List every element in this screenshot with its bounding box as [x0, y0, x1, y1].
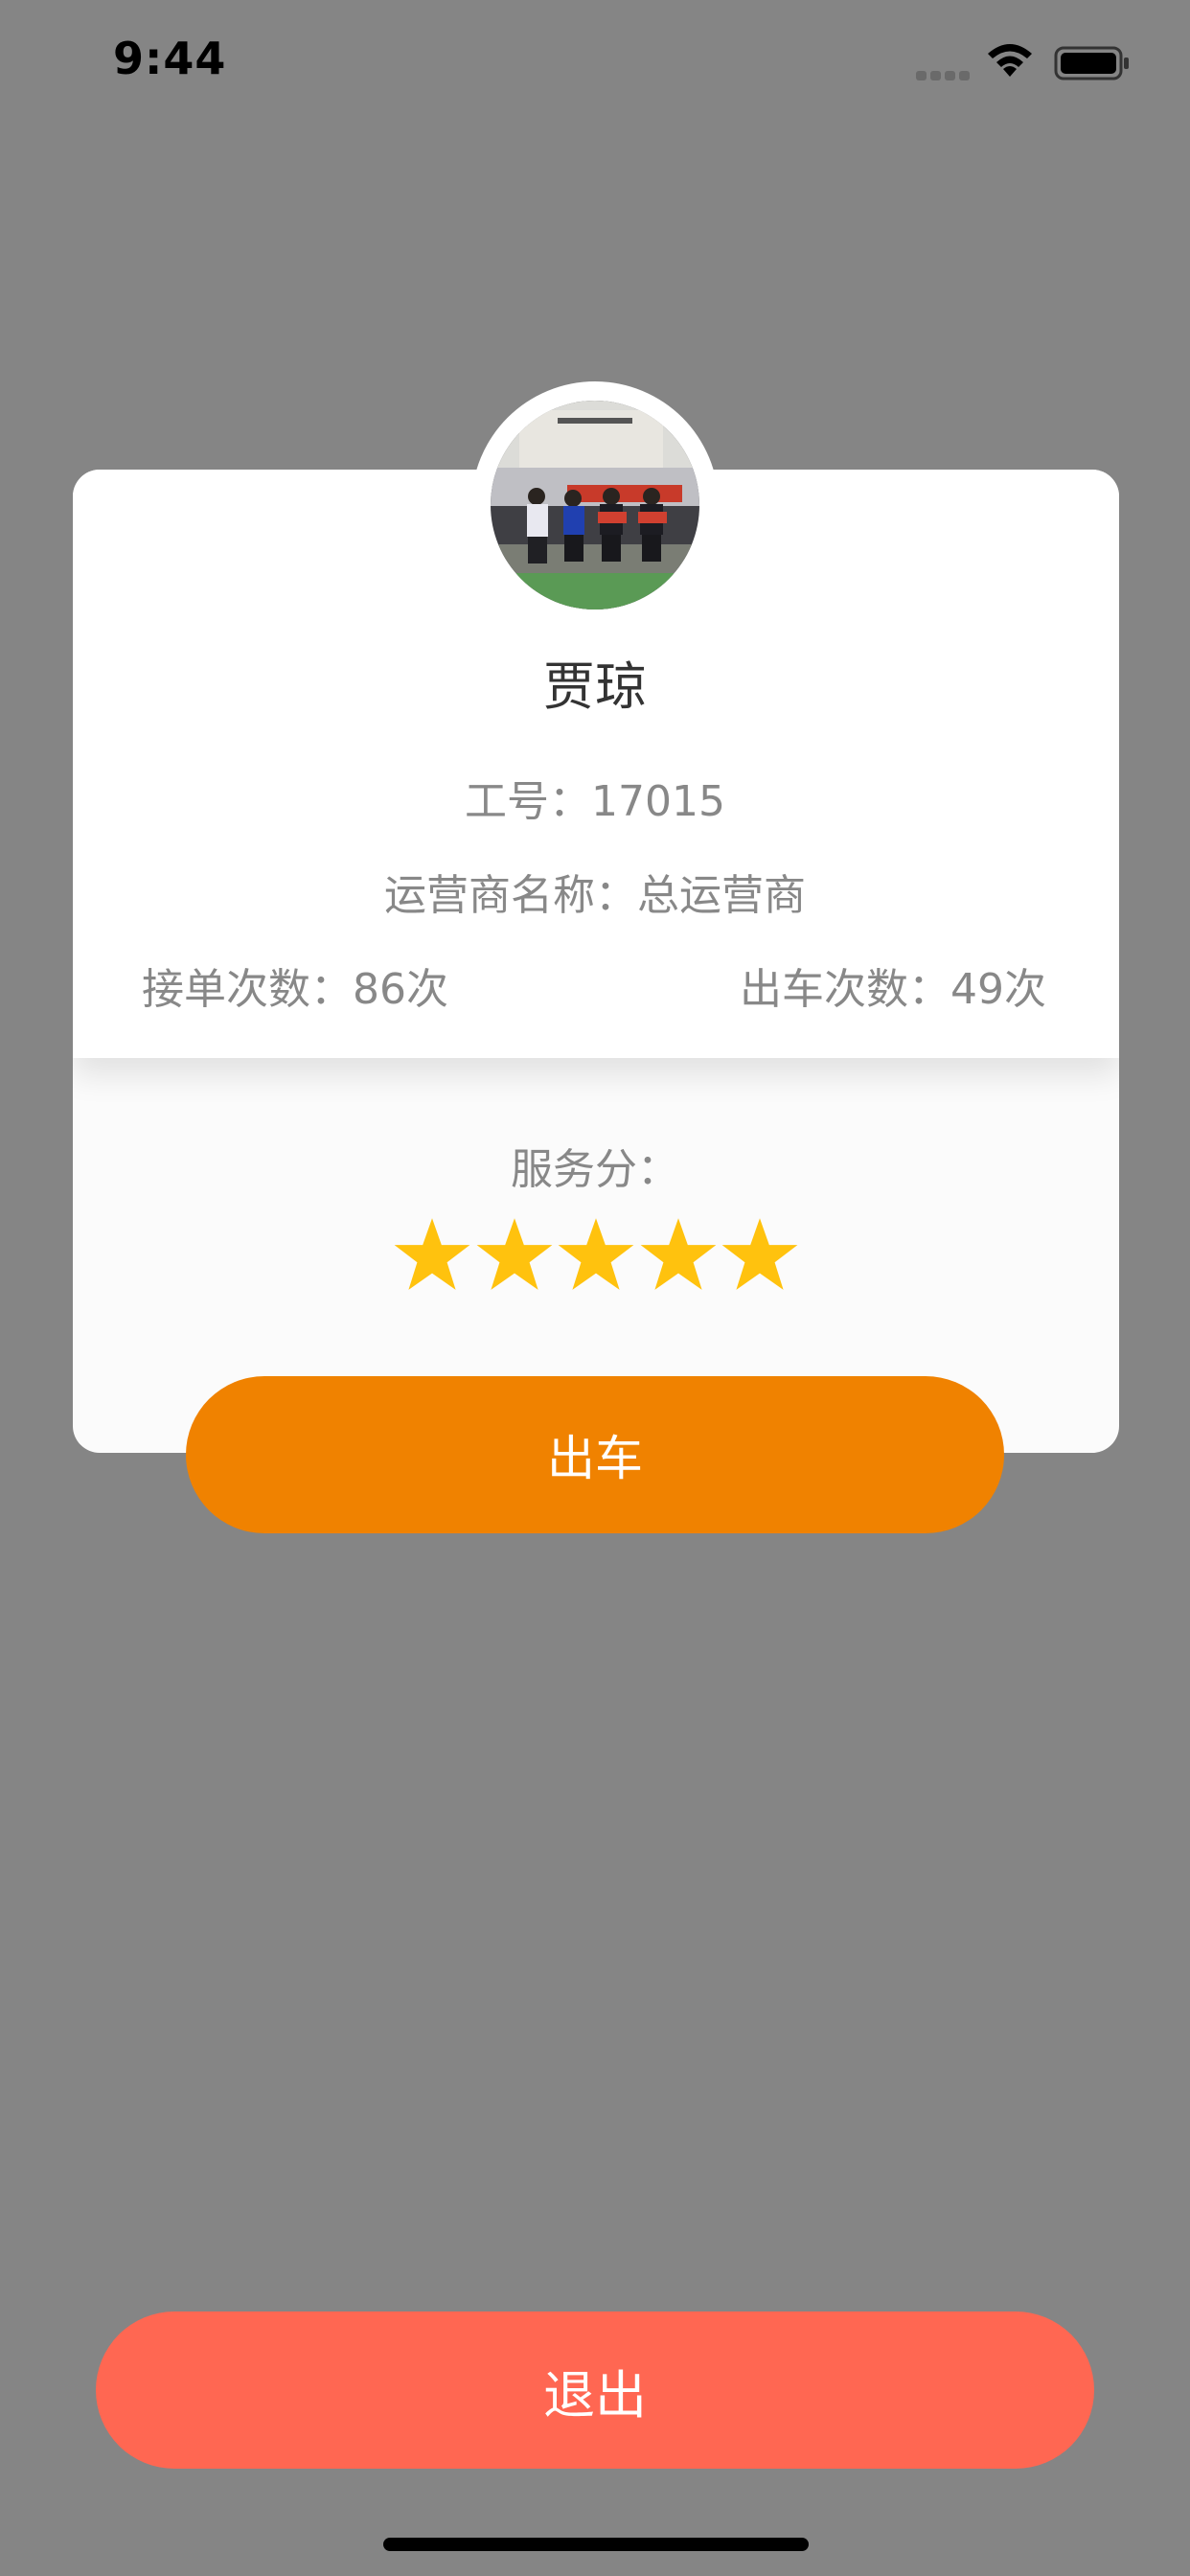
home-indicator	[383, 2538, 809, 2551]
logout-button[interactable]: 退出	[96, 2312, 1094, 2469]
wifi-icon	[988, 44, 1032, 77]
dispatch-button[interactable]: 出车	[186, 1376, 1004, 1533]
dispatch-count: 出车次数：49次	[740, 965, 1046, 1014]
service-score-label: 服务分：	[511, 1145, 679, 1194]
operator-name: 运营商名称：总运营商	[384, 871, 806, 920]
star-icon	[394, 1218, 470, 1290]
avatar-photo	[491, 401, 699, 610]
star-icon	[640, 1218, 716, 1290]
service-rating-stars	[393, 1215, 799, 1296]
order-count: 接单次数：86次	[142, 965, 448, 1014]
star-icon	[476, 1218, 552, 1290]
driver-name: 贾琼	[543, 656, 647, 717]
avatar	[491, 401, 699, 610]
employee-id: 工号：17015	[465, 777, 725, 826]
star-icon	[721, 1218, 798, 1290]
battery-icon	[1054, 46, 1129, 80]
cellular-signal-icon	[916, 69, 970, 80]
status-bar: 9:44	[0, 0, 1190, 126]
status-time: 9:44	[113, 33, 227, 84]
star-icon	[558, 1218, 634, 1290]
